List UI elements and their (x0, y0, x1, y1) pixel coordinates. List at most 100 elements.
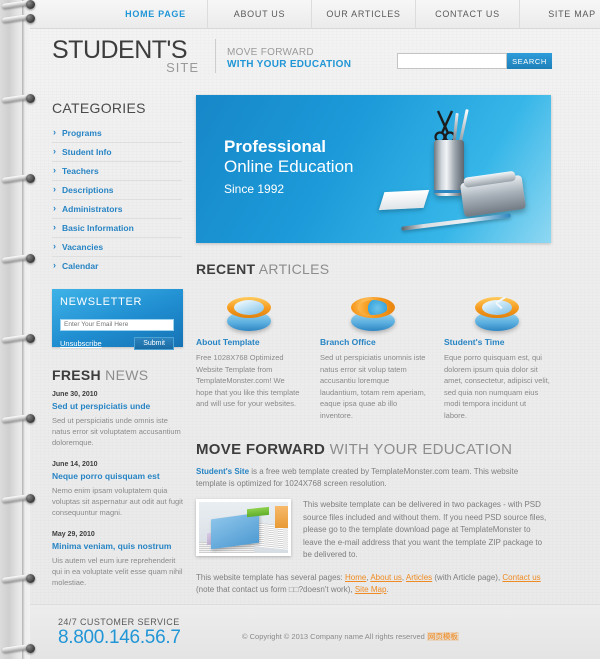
move-forward-intro: Student's Site is a free web template cr… (196, 466, 551, 490)
binding-ring-icon (1, 334, 36, 343)
clock-icon (475, 291, 519, 331)
news-item: June 14, 2010 Neque porro quisquam est N… (52, 461, 185, 518)
sidebar-item-teachers[interactable]: Teachers (52, 162, 182, 181)
binding-ring-icon (1, 254, 36, 263)
newsletter-email-input[interactable] (60, 318, 174, 331)
sidebar-item-calendar[interactable]: Calendar (52, 257, 182, 275)
page-root: HOME PAGE ABOUT US OUR ARTICLES CONTACT … (0, 0, 600, 659)
nav-item-home-page[interactable]: HOME PAGE (104, 0, 208, 29)
hero-banner[interactable]: Professional Online Education Since 1992 (196, 95, 551, 243)
main-navigation: HOME PAGE ABOUT US OUR ARTICLES CONTACT … (30, 0, 600, 29)
copyright-cn-link[interactable]: 网页模板 (426, 632, 459, 641)
header-tagline: MOVE FORWARD WITH YOUR EDUCATION (227, 47, 351, 71)
sidebar-item-descriptions[interactable]: Descriptions (52, 181, 182, 200)
search-box: SEARCH (397, 53, 552, 69)
news-item: June 30, 2010 Sed ut perspiciatis unde S… (52, 391, 185, 448)
news-title[interactable]: Neque porro quisquam est (52, 471, 185, 481)
article-title[interactable]: Student's Time (444, 337, 550, 347)
site-footer: 24/7 CUSTOMER SERVICE 8.800.146.56.7 © C… (30, 604, 600, 659)
newsletter-submit-button[interactable]: Submit (134, 337, 174, 350)
news-item: May 29, 2010 Minima veniam, quis nostrum… (52, 531, 185, 588)
stapler-icon (459, 174, 527, 218)
news-date: June 30, 2010 (52, 391, 98, 398)
disc-icon (227, 291, 271, 331)
categories-title: CATEGORIES (52, 100, 146, 116)
news-title[interactable]: Sed ut perspiciatis unde (52, 401, 185, 411)
binding-ring-icon (1, 174, 36, 183)
links-note: (note that contact us form □□?doesn't wo… (196, 584, 355, 594)
sidebar-item-vacancies[interactable]: Vacancies (52, 238, 182, 257)
article-text: Eque porro quisquam est, qui dolorem ips… (444, 353, 550, 420)
article-column: Student's Time Eque porro quisquam est, … (444, 285, 550, 421)
news-date: June 14, 2010 (52, 461, 98, 468)
binding-ring-icon (1, 494, 36, 503)
nav-item-our-articles[interactable]: OUR ARTICLES (312, 0, 416, 29)
move-forward-section: MOVE FORWARD WITH YOUR EDUCATION Student… (196, 441, 551, 596)
globe-icon (351, 291, 395, 331)
site-header: STUDENT'S SITE MOVE FORWARD WITH YOUR ED… (30, 29, 600, 89)
hero-line-1: Professional (224, 137, 327, 156)
news-title[interactable]: Minima veniam, quis nostrum (52, 541, 185, 551)
customer-service-label: 24/7 CUSTOMER SERVICE (58, 617, 180, 627)
search-button[interactable]: SEARCH (507, 53, 552, 69)
article-column: About Template Free 1028X768 Optimized W… (196, 285, 302, 421)
recent-title-bold: RECENT (196, 261, 256, 277)
link-home[interactable]: Home (345, 573, 366, 582)
link-contact-us[interactable]: Contact us (502, 573, 540, 582)
unsubscribe-link[interactable]: Unsubscribe (60, 339, 102, 348)
pencil-icon (401, 213, 511, 231)
tagline-line-1: MOVE FORWARD (227, 47, 314, 58)
binding-ring-icon (1, 94, 36, 103)
article-icon-wrap (444, 285, 550, 331)
recent-articles-section: RECENT ARTICLES About Template Free 1028… (196, 261, 551, 421)
binding-ring-icon (1, 414, 36, 423)
customer-service-phone: 8.800.146.56.7 (58, 627, 181, 648)
fresh-news-title-bold: FRESH (52, 367, 101, 383)
links-prefix: This website template has several pages: (196, 572, 345, 582)
student-site-link[interactable]: Student's Site (196, 467, 249, 476)
article-column: Branch Office Sed ut perspiciatis unomni… (320, 285, 426, 421)
hero-text: Professional Online Education Since 1992 (224, 137, 353, 199)
move-forward-body: This website template can be delivered i… (196, 499, 551, 562)
links-end: . (386, 584, 389, 594)
copyright-text: © Copyright © 2013 Company name All righ… (242, 631, 459, 642)
site-logo[interactable]: STUDENT'S SITE (52, 37, 202, 74)
article-text: Free 1028X768 Optimized Website Template… (196, 353, 300, 408)
fresh-news-widget: FRESH NEWS June 30, 2010 Sed ut perspici… (52, 367, 185, 588)
news-text: Uis autem vel eum iure reprehenderit qui… (52, 556, 183, 587)
article-icon-wrap (196, 285, 302, 331)
link-articles[interactable]: Articles (406, 573, 432, 582)
search-input[interactable] (397, 53, 507, 69)
links-mid: (with Article page), (432, 572, 503, 582)
binding-ring-icon (1, 644, 36, 653)
hero-line-2: Online Education (224, 157, 354, 176)
article-title[interactable]: About Template (196, 337, 302, 347)
newsletter-widget: NEWSLETTER Unsubscribe Submit (52, 289, 183, 350)
news-text: Sed ut perspiciatis unde omnis iste natu… (52, 416, 181, 447)
nav-item-site-map[interactable]: SITE MAP (520, 0, 600, 29)
hero-line-3: Since 1992 (224, 182, 285, 196)
nav-item-about-us[interactable]: ABOUT US (208, 0, 312, 29)
sidebar-item-administrators[interactable]: Administrators (52, 200, 182, 219)
binding-ring-icon (1, 574, 36, 583)
sidebar-item-programs[interactable]: Programs (52, 124, 182, 143)
link-site-map[interactable]: Site Map (355, 585, 387, 594)
fresh-news-title: FRESH NEWS (52, 367, 185, 383)
article-icon-wrap (320, 285, 426, 331)
article-title[interactable]: Branch Office (320, 337, 426, 347)
binding-ring-icon (1, 0, 36, 9)
main-content: Professional Online Education Since 1992… (196, 95, 551, 596)
move-forward-text: This website template can be delivered i… (303, 500, 547, 559)
sidebar-item-student-info[interactable]: Student Info (52, 143, 182, 162)
nav-item-contact-us[interactable]: CONTACT US (416, 0, 520, 29)
categories-list: Programs Student Info Teachers Descripti… (52, 124, 182, 275)
copyright-main: © Copyright © 2013 Company name All righ… (242, 632, 427, 641)
fresh-news-title-light: NEWS (105, 367, 149, 383)
move-forward-title-bold: MOVE FORWARD (196, 441, 326, 458)
sidebar-item-basic-information[interactable]: Basic Information (52, 219, 182, 238)
pencil-cup-icon (434, 140, 464, 196)
link-about-us[interactable]: About us (370, 573, 402, 582)
binding-ring-icon (1, 14, 36, 23)
notepad-icon (378, 189, 430, 211)
